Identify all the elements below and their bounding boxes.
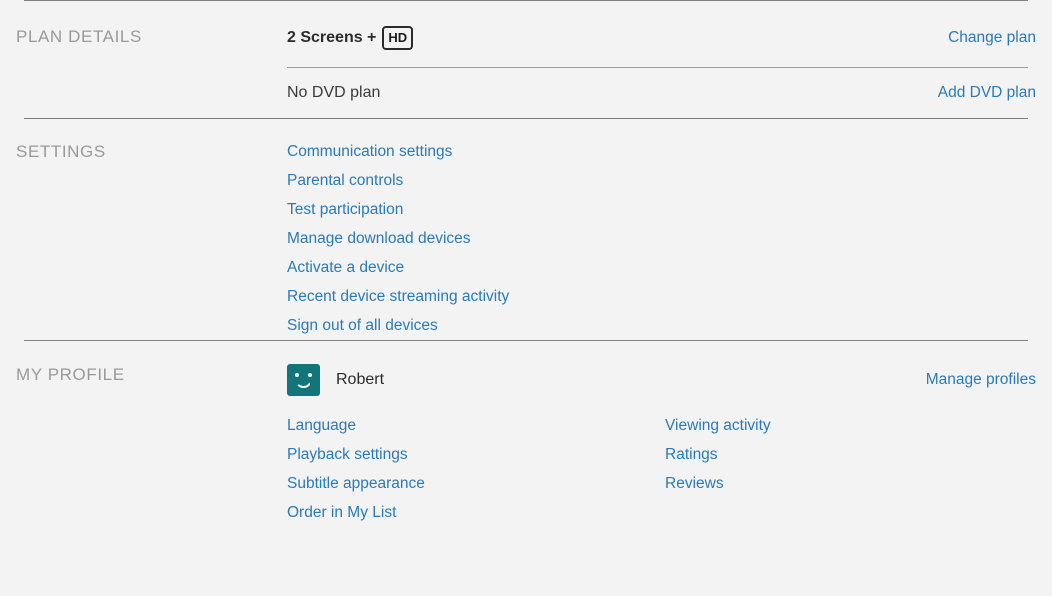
add-dvd-plan-link[interactable]: Add DVD plan — [938, 84, 1036, 102]
my-profile-label: MY PROFILE — [16, 365, 125, 384]
list-item: Reviews — [665, 469, 1036, 498]
settings-link-list: Communication settings Parental controls… — [287, 137, 1036, 340]
plan-name-text: 2 Screens + — [287, 29, 377, 46]
change-plan-link[interactable]: Change plan — [948, 29, 1036, 47]
my-profile-body: Robert Manage profiles Language Playback… — [287, 358, 1036, 527]
profile-link-playback-settings[interactable]: Playback settings — [287, 446, 408, 463]
avatar-smile-icon — [295, 379, 312, 388]
profile-link-reviews[interactable]: Reviews — [665, 475, 724, 492]
settings-link-activate-a-device[interactable]: Activate a device — [287, 259, 404, 276]
plan-name: 2 Screens + HD — [287, 18, 414, 50]
settings-label: SETTINGS — [16, 142, 106, 161]
profile-links-left-column: Language Playback settings Subtitle appe… — [287, 411, 665, 527]
list-item: Ratings — [665, 440, 1036, 469]
settings-link-parental-controls[interactable]: Parental controls — [287, 172, 403, 189]
profile-right-link-list: Viewing activity Ratings Reviews — [665, 411, 1036, 498]
dvd-plan-status: No DVD plan — [287, 84, 381, 101]
settings-section: SETTINGS Communication settings Parental… — [16, 119, 1036, 340]
list-item: Language — [287, 411, 665, 440]
profile-links-right-column: Viewing activity Ratings Reviews — [665, 411, 1036, 527]
list-item: Recent device streaming activity — [287, 282, 1036, 311]
plan-details-section: PLAN DETAILS 2 Screens + HD Change plan … — [16, 1, 1036, 118]
list-item: Communication settings — [287, 137, 1036, 166]
profile-left-link-list: Language Playback settings Subtitle appe… — [287, 411, 665, 527]
list-item: Activate a device — [287, 253, 1036, 282]
settings-link-communication-settings[interactable]: Communication settings — [287, 143, 452, 160]
settings-link-sign-out-of-all-devices[interactable]: Sign out of all devices — [287, 317, 438, 334]
profile-identity[interactable]: Robert — [287, 363, 385, 396]
profile-link-order-in-my-list[interactable]: Order in My List — [287, 504, 396, 521]
list-item: Test participation — [287, 195, 1036, 224]
hd-badge: HD — [382, 26, 414, 50]
plan-details-body: 2 Screens + HD Change plan No DVD plan A… — [287, 18, 1036, 118]
settings-link-recent-device-streaming-activity[interactable]: Recent device streaming activity — [287, 288, 509, 305]
plan-row-streaming: 2 Screens + HD Change plan — [287, 18, 1036, 67]
plan-row-dvd: No DVD plan Add DVD plan — [287, 68, 1036, 118]
plan-details-label: PLAN DETAILS — [16, 27, 142, 46]
list-item: Viewing activity — [665, 411, 1036, 440]
settings-link-manage-download-devices[interactable]: Manage download devices — [287, 230, 471, 247]
list-item: Playback settings — [287, 440, 665, 469]
list-item: Manage download devices — [287, 224, 1036, 253]
profile-links-columns: Language Playback settings Subtitle appe… — [287, 411, 1036, 527]
profile-name: Robert — [336, 370, 385, 388]
profile-link-ratings[interactable]: Ratings — [665, 446, 718, 463]
list-item: Subtitle appearance — [287, 469, 665, 498]
profile-link-viewing-activity[interactable]: Viewing activity — [665, 417, 771, 434]
list-item: Sign out of all devices — [287, 311, 1036, 340]
profile-link-subtitle-appearance[interactable]: Subtitle appearance — [287, 475, 425, 492]
profile-header: Robert Manage profiles — [287, 358, 1036, 401]
smiley-avatar-icon[interactable] — [287, 363, 320, 396]
list-item: Parental controls — [287, 166, 1036, 195]
list-item: Order in My List — [287, 498, 665, 527]
settings-link-test-participation[interactable]: Test participation — [287, 201, 403, 218]
profile-link-language[interactable]: Language — [287, 417, 356, 434]
avatar-eye-left-icon — [295, 372, 299, 377]
settings-body: Communication settings Parental controls… — [287, 137, 1036, 340]
avatar-eye-right-icon — [308, 372, 312, 377]
account-settings-page: PLAN DETAILS 2 Screens + HD Change plan … — [0, 0, 1052, 596]
manage-profiles-link[interactable]: Manage profiles — [926, 371, 1036, 389]
my-profile-section: MY PROFILE Robert Manage profiles Langua… — [16, 341, 1036, 527]
